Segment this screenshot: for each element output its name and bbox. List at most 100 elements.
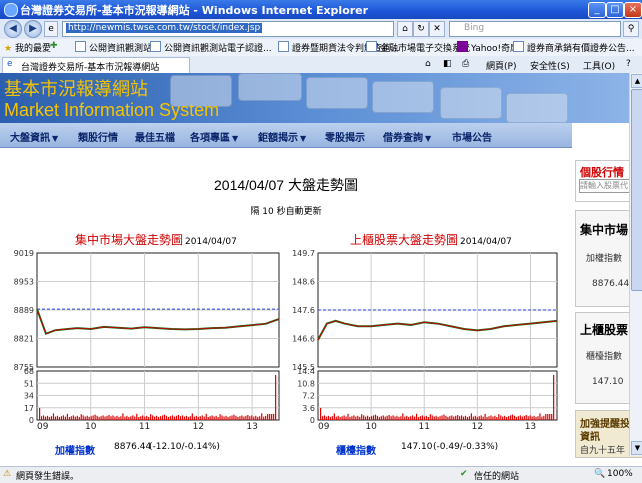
zoom-icon: 🔍 bbox=[594, 469, 606, 479]
volume-bar bbox=[197, 417, 199, 420]
volume-bar bbox=[46, 415, 49, 420]
otc-index-value: 147.10 bbox=[401, 442, 433, 452]
scroll-down-icon[interactable]: ▼ bbox=[631, 441, 642, 455]
volume-bar bbox=[331, 416, 333, 420]
price-tick-label: 146.6 bbox=[292, 335, 315, 344]
volume-tick-label: 7.2 bbox=[302, 392, 315, 401]
volume-bar bbox=[229, 416, 231, 420]
volume-bar bbox=[68, 417, 70, 420]
volume-bar bbox=[161, 415, 164, 420]
warning-icon[interactable]: ⚠ bbox=[3, 469, 11, 479]
twse-index-label[interactable]: 加權指數 bbox=[55, 442, 95, 457]
volume-bar bbox=[349, 417, 351, 420]
volume-bar bbox=[459, 416, 461, 420]
volume-bar bbox=[56, 415, 59, 420]
volume-bar bbox=[551, 414, 553, 420]
volume-bar bbox=[96, 415, 98, 420]
volume-bar bbox=[357, 415, 359, 420]
volume-bar bbox=[60, 416, 63, 420]
volume-tick-label: 3.6 bbox=[302, 404, 315, 413]
volume-bar bbox=[215, 415, 217, 420]
volume-tick-label: 68 bbox=[24, 367, 34, 376]
price-tick-label: 148.6 bbox=[292, 278, 315, 287]
volume-bar bbox=[453, 416, 455, 420]
volume-bar bbox=[437, 417, 439, 420]
price-tick-label: 9019 bbox=[14, 249, 34, 258]
volume-bar bbox=[412, 415, 414, 420]
otc-index-label[interactable]: 櫃檯指數 bbox=[336, 442, 376, 457]
volume-bar bbox=[58, 417, 61, 420]
volume-bar bbox=[343, 415, 345, 420]
volume-bar bbox=[380, 416, 382, 420]
volume-bar bbox=[257, 417, 259, 420]
volume-bar bbox=[50, 416, 53, 420]
volume-tick-label: 0 bbox=[29, 416, 34, 425]
volume-bar bbox=[245, 415, 247, 420]
volume-bar bbox=[189, 416, 191, 420]
volume-bar bbox=[443, 414, 445, 420]
volume-bar bbox=[52, 413, 55, 420]
volume-bar bbox=[435, 415, 437, 420]
volume-bar bbox=[207, 417, 209, 420]
volume-bar bbox=[130, 416, 132, 420]
twse-panel-sub: 加權指數 bbox=[586, 254, 623, 264]
volume-bar bbox=[511, 414, 514, 420]
price-tick-label: 8889 bbox=[14, 306, 34, 315]
time-tick-label: 13 bbox=[525, 422, 536, 432]
volume-bar bbox=[464, 415, 467, 420]
volume-bar bbox=[76, 415, 78, 420]
volume-bar bbox=[269, 414, 271, 420]
zoom-level[interactable]: 100% bbox=[607, 469, 633, 479]
volume-bar bbox=[394, 416, 396, 420]
volume-bar bbox=[48, 417, 51, 420]
volume-bar bbox=[525, 415, 527, 420]
volume-bar bbox=[500, 415, 502, 420]
volume-bar bbox=[104, 416, 106, 420]
volume-bar bbox=[261, 413, 263, 420]
time-tick-label: 09 bbox=[318, 422, 330, 432]
volume-bar bbox=[486, 417, 488, 420]
volume-bar bbox=[138, 417, 140, 420]
volume-bar bbox=[116, 415, 118, 420]
volume-bar bbox=[335, 416, 337, 420]
volume-tick-label: 17 bbox=[24, 404, 34, 413]
volume-bar bbox=[249, 416, 251, 420]
volume-bar bbox=[62, 415, 64, 420]
volume-bar bbox=[498, 414, 500, 420]
vertical-scrollbar[interactable]: ▲ ▼ bbox=[629, 73, 642, 456]
volume-bar bbox=[527, 416, 529, 420]
volume-bar bbox=[327, 415, 330, 420]
volume-bar bbox=[406, 415, 408, 420]
volume-bar bbox=[120, 416, 122, 420]
volume-bar bbox=[543, 415, 545, 420]
volume-bar bbox=[365, 416, 367, 420]
volume-bar bbox=[449, 416, 451, 420]
volume-bar bbox=[251, 415, 253, 420]
volume-bar bbox=[42, 415, 45, 420]
volume-bar bbox=[235, 415, 237, 420]
scroll-up-icon[interactable]: ▲ bbox=[631, 74, 642, 88]
scroll-thumb[interactable] bbox=[631, 89, 642, 291]
volume-bar bbox=[531, 416, 533, 420]
volume-bar bbox=[521, 416, 523, 420]
volume-bar bbox=[154, 416, 156, 420]
volume-bar bbox=[529, 415, 531, 420]
volume-bar bbox=[82, 415, 84, 420]
volume-tick-label: 0 bbox=[310, 416, 315, 425]
volume-bar bbox=[163, 414, 166, 420]
volume-bar bbox=[185, 415, 187, 420]
volume-bar bbox=[382, 415, 384, 420]
volume-bar bbox=[359, 417, 361, 420]
volume-bar bbox=[404, 416, 406, 420]
volume-bar bbox=[402, 413, 404, 420]
price-tick-label: 8821 bbox=[14, 335, 34, 344]
volume-bar bbox=[173, 416, 176, 420]
volume-bar bbox=[506, 417, 508, 420]
volume-bar bbox=[227, 417, 229, 420]
otc-index-change: (-0.49/-0.33%) bbox=[433, 442, 499, 452]
volume-bar bbox=[547, 414, 549, 420]
volume-bar bbox=[431, 415, 433, 420]
volume-bar bbox=[271, 414, 273, 420]
volume-bar bbox=[462, 416, 465, 420]
volume-bar bbox=[341, 416, 343, 420]
